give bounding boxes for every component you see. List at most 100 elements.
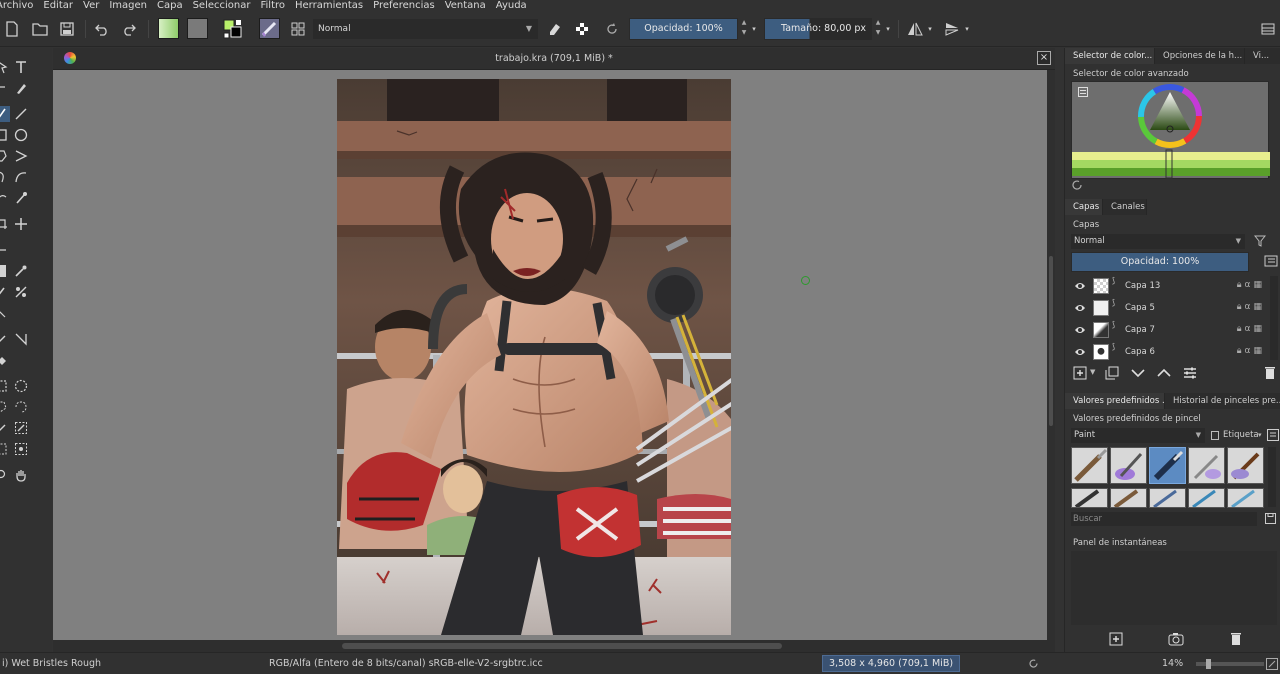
- pan-pin-icon[interactable]: [0, 352, 10, 368]
- line-tool-icon[interactable]: [13, 106, 29, 122]
- tab-layers[interactable]: Capas: [1065, 199, 1103, 215]
- layer-name[interactable]: Capa 7: [1125, 325, 1155, 335]
- preset-search-input[interactable]: Buscar: [1071, 512, 1257, 526]
- menu-archivo[interactable]: Archivo: [0, 0, 38, 12]
- layers-scrollbar[interactable]: [1270, 276, 1278, 360]
- tab-brush-history[interactable]: Historial de pinceles pre...: [1165, 393, 1280, 409]
- brush-preset-tile[interactable]: [1227, 488, 1264, 508]
- zoom-tool-icon[interactable]: [0, 467, 10, 483]
- presets-scrollbar[interactable]: [1268, 447, 1276, 507]
- tab-color-selector[interactable]: Selector de color...: [1065, 48, 1155, 64]
- tab-overview[interactable]: Vi...: [1245, 48, 1280, 64]
- brush-preset-tile[interactable]: [1149, 488, 1186, 508]
- layer-lock-alpha-icons[interactable]: 🔒︎α▦: [1237, 302, 1265, 312]
- ellipse-tool-icon[interactable]: [13, 127, 29, 143]
- bezier-select-icon[interactable]: [0, 441, 10, 457]
- camera-icon[interactable]: [1168, 632, 1184, 649]
- menu-seleccionar[interactable]: Seleccionar: [188, 0, 256, 12]
- gradient-selector[interactable]: [158, 18, 179, 39]
- window-resize-grip-icon[interactable]: [1266, 658, 1278, 673]
- multibrush-icon[interactable]: [13, 190, 29, 206]
- visibility-eye-icon[interactable]: [1074, 303, 1086, 313]
- pan-tool-icon[interactable]: [13, 467, 29, 483]
- menu-capa[interactable]: Capa: [152, 0, 188, 12]
- tag-label[interactable]: Etiqueta: [1223, 430, 1259, 440]
- layer-row[interactable]: ⟆ Capa 6 🔒︎α▦: [1071, 341, 1267, 363]
- zoom-slider-knob[interactable]: [1206, 659, 1211, 669]
- layer-lock-alpha-icons[interactable]: 🔒︎α▦: [1237, 346, 1265, 356]
- reference-tool-icon[interactable]: [13, 331, 29, 347]
- layer-properties-icon[interactable]: [1264, 255, 1278, 270]
- dynamic-brush-icon[interactable]: [0, 190, 10, 206]
- layer-lock-alpha-icons[interactable]: 🔒︎α▦: [1237, 280, 1265, 290]
- brush-preset-tile[interactable]: [1071, 488, 1108, 508]
- layer-row[interactable]: ⟆ Capa 13 🔒︎α▦: [1071, 275, 1267, 297]
- open-document-icon[interactable]: [30, 18, 50, 40]
- rect-select-icon[interactable]: [0, 378, 10, 394]
- snapshot-list[interactable]: [1071, 551, 1277, 625]
- color-settings-icon[interactable]: [1078, 87, 1088, 100]
- calligraphy-icon[interactable]: [13, 80, 29, 96]
- menu-ayuda[interactable]: Ayuda: [491, 0, 532, 12]
- mirror-horizontal-icon[interactable]: [905, 18, 925, 40]
- brush-settings-icon[interactable]: [288, 18, 308, 40]
- move-tool-icon[interactable]: [13, 216, 29, 232]
- tag-checkbox[interactable]: [1211, 431, 1219, 440]
- status-colorspace[interactable]: RGB/Alfa (Entero de 8 bits/canal) sRGB-e…: [269, 658, 543, 669]
- opacity-slider[interactable]: Opacidad: 100%: [629, 18, 738, 40]
- magnetic-select-icon[interactable]: [13, 441, 29, 457]
- canvas-area[interactable]: trabajo.kra (709,1 MiB) * ×: [53, 48, 1055, 652]
- preset-filter-select[interactable]: Paint ▼: [1071, 428, 1205, 443]
- add-snapshot-icon[interactable]: [1109, 632, 1123, 649]
- crop-tool-icon[interactable]: [0, 216, 10, 232]
- transform-tool-icon[interactable]: [0, 237, 10, 253]
- status-image-dimensions[interactable]: 3,508 x 4,960 (709,1 MiB): [822, 655, 961, 672]
- menu-imagen[interactable]: Imagen: [104, 0, 152, 12]
- chevron-down-icon[interactable]: ▾: [1258, 431, 1262, 439]
- eraser-mode-icon[interactable]: [545, 18, 563, 40]
- delete-snapshot-icon[interactable]: [1230, 632, 1242, 649]
- chevron-down-icon[interactable]: ▾: [884, 18, 892, 40]
- size-spin[interactable]: ▲ ▼: [873, 18, 883, 40]
- tab-brush-presets[interactable]: Valores predefinidos ...: [1065, 393, 1170, 409]
- brush-preset-tile[interactable]: [1188, 447, 1225, 484]
- layer-lock-alpha-icons[interactable]: 🔒︎α▦: [1237, 324, 1265, 334]
- brush-preset-tile-selected[interactable]: [1149, 447, 1186, 484]
- fg-bg-color-selector[interactable]: [221, 18, 245, 40]
- horizontal-scrollbar[interactable]: [53, 640, 1055, 652]
- layer-name[interactable]: Capa 5: [1125, 303, 1155, 313]
- polygon-tool-icon[interactable]: [0, 148, 10, 164]
- chevron-down-icon[interactable]: ▾: [926, 18, 934, 40]
- chevron-down-icon[interactable]: ▾: [963, 18, 971, 40]
- gradient-tool-icon[interactable]: [0, 263, 10, 279]
- move-layer-up-icon[interactable]: [1157, 368, 1171, 381]
- preset-view-icon[interactable]: [1267, 429, 1279, 444]
- color-selector-widget[interactable]: [1071, 81, 1270, 179]
- new-document-icon[interactable]: [2, 18, 22, 40]
- tab-tool-options[interactable]: Opciones de la h...: [1155, 48, 1245, 64]
- chevron-down-icon[interactable]: ▾: [750, 18, 758, 40]
- size-slider[interactable]: Tamaño: 80,00 px: [764, 18, 872, 40]
- brush-preset-tile[interactable]: [1227, 447, 1264, 484]
- visibility-eye-icon[interactable]: [1074, 325, 1086, 335]
- measure-tool-icon[interactable]: [0, 331, 10, 347]
- layer-name[interactable]: Capa 6: [1125, 347, 1155, 357]
- brush-preset-tile[interactable]: [1110, 488, 1147, 508]
- menu-preferencias[interactable]: Preferencias: [368, 0, 440, 12]
- contiguous-select-icon[interactable]: [0, 420, 10, 436]
- rectangle-tool-icon[interactable]: [0, 127, 10, 143]
- brush-preset-button[interactable]: [259, 18, 280, 39]
- brush-preset-tile[interactable]: [1188, 488, 1225, 508]
- similar-select-icon[interactable]: [13, 420, 29, 436]
- color-picker-icon[interactable]: [13, 263, 29, 279]
- menu-ventana[interactable]: Ventana: [440, 0, 491, 12]
- layer-opacity-slider[interactable]: Opacidad: 100%: [1071, 252, 1249, 272]
- chevron-down-icon[interactable]: ▼: [1090, 368, 1095, 376]
- layer-row[interactable]: ⟆ Capa 7 🔒︎α▦: [1071, 319, 1267, 341]
- visibility-eye-icon[interactable]: [1074, 281, 1086, 291]
- visibility-eye-icon[interactable]: [1074, 347, 1086, 357]
- tab-channels[interactable]: Canales: [1103, 199, 1147, 215]
- edit-shapes-icon[interactable]: [0, 80, 10, 96]
- reload-preset-icon[interactable]: [603, 18, 621, 40]
- smart-patch-icon[interactable]: [13, 284, 29, 300]
